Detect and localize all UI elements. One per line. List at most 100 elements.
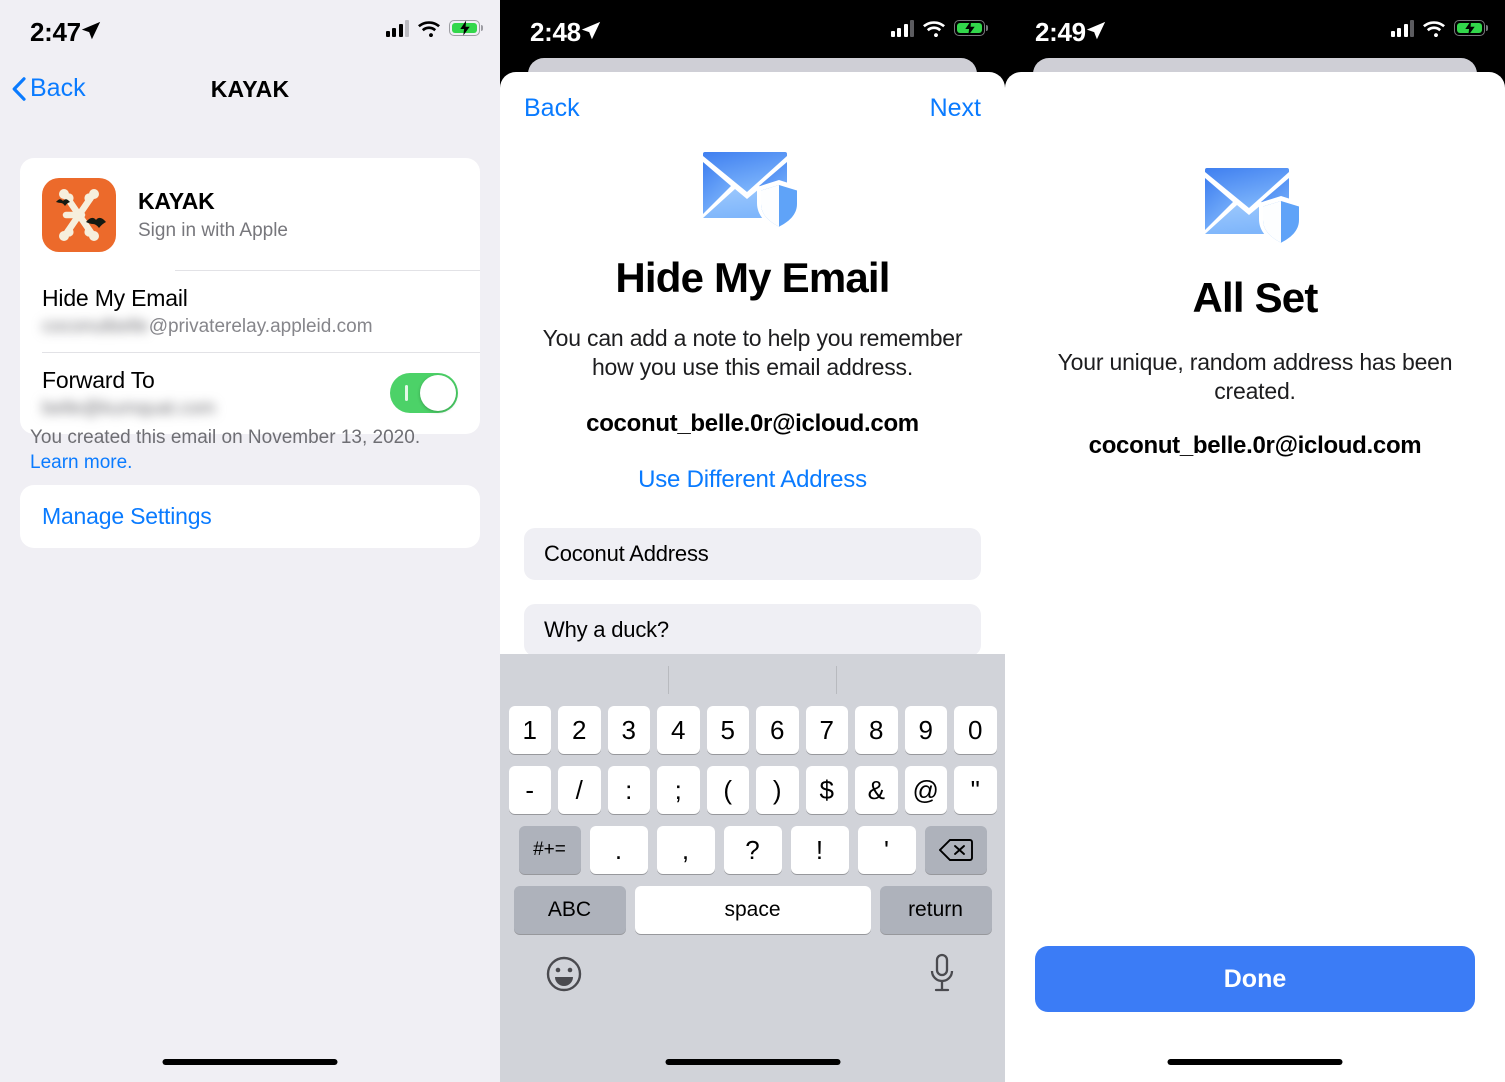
- key-7[interactable]: 7: [805, 706, 848, 754]
- bolt-icon: [459, 20, 470, 36]
- bolt-icon: [1464, 20, 1475, 36]
- panel-all-set: 2:49 All Set Your unique, random address…: [1005, 0, 1505, 1082]
- hide-my-email-label: Hide My Email: [42, 285, 188, 311]
- forward-to-toggle[interactable]: [390, 373, 458, 413]
- wifi-icon: [418, 21, 440, 37]
- app-name: KAYAK: [138, 188, 215, 214]
- manage-settings-button[interactable]: Manage Settings: [20, 485, 480, 548]
- key-1[interactable]: 1: [508, 706, 551, 754]
- location-arrow-icon: [581, 21, 601, 40]
- key--[interactable]: -: [508, 766, 551, 814]
- hide-my-email-icon: [702, 152, 801, 231]
- redacted-username: coconutbelle: [42, 316, 149, 337]
- key-4[interactable]: 4: [657, 706, 700, 754]
- page-title: KAYAK: [210, 76, 290, 102]
- key-6[interactable]: 6: [756, 706, 799, 754]
- predictive-bar: [500, 654, 1005, 706]
- keyboard-row-numbers: 1234567890: [500, 706, 1005, 754]
- keyboard-accessory-row: [500, 946, 1005, 1018]
- label-field[interactable]: Coconut Address: [524, 528, 981, 580]
- wifi-icon: [923, 21, 945, 37]
- generated-email: coconut_belle.0r@icloud.com: [586, 410, 919, 437]
- home-indicator: [1167, 1059, 1343, 1065]
- created-footnote: You created this email on November 13, 2…: [0, 425, 500, 475]
- modal-sheet: Back Next Hide My Email You can add a no…: [500, 72, 1005, 1082]
- status-bar: 2:47: [0, 0, 500, 62]
- use-different-address-label: Use Different Address: [638, 466, 867, 493]
- done-button[interactable]: Done: [1035, 946, 1475, 1012]
- status-time: 2:49: [1035, 17, 1086, 47]
- space-key[interactable]: space: [634, 886, 871, 934]
- status-indicators: [385, 19, 480, 37]
- next-button[interactable]: Next: [930, 94, 981, 123]
- key-&[interactable]: &: [855, 766, 898, 814]
- key-0[interactable]: 0: [954, 706, 997, 754]
- onscreen-keyboard: 1234567890 - /:;() $ & @ " #+= .,?! ' ABC spac…: [500, 654, 1005, 1082]
- key-([interactable]: (: [706, 766, 749, 814]
- microphone-icon[interactable]: [927, 952, 957, 994]
- home-indicator: [665, 1059, 840, 1065]
- keyboard-row-bottom: ABC space return: [500, 886, 1005, 934]
- key-question[interactable]: ?: [723, 826, 782, 874]
- toggle-knob: [420, 375, 456, 411]
- panel-settings-kayak: 2:47 Back KAYAK KAYAK Sign in with Apple…: [0, 0, 500, 1082]
- predictive-divider: [668, 666, 669, 694]
- symbol-switch-key[interactable]: #+=: [518, 826, 581, 874]
- key-:[interactable]: :: [607, 766, 650, 814]
- key-$[interactable]: $: [805, 766, 848, 814]
- key-exclamation[interactable]: !: [790, 826, 849, 874]
- key-apostrophe[interactable]: ': [857, 826, 916, 874]
- created-email: coconut_belle.0r@icloud.com: [1088, 432, 1422, 459]
- hide-my-email-row[interactable]: Hide My Email coconutbelle@privaterelay.…: [20, 271, 480, 352]
- back-button[interactable]: Back: [524, 94, 580, 123]
- battery-charging-icon: [954, 20, 985, 36]
- all-set-title: All Set: [1192, 274, 1318, 321]
- status-indicators: [890, 19, 985, 37]
- app-subtitle: Sign in with Apple: [138, 220, 288, 241]
- note-field[interactable]: Why a duck?: [524, 604, 981, 656]
- footnote-text: You created this email on November 13, 2…: [30, 427, 421, 448]
- sheet-nav: Back Next: [500, 72, 1005, 144]
- use-different-address-link[interactable]: Use Different Address: [500, 466, 1005, 494]
- home-indicator: [162, 1059, 338, 1065]
- app-meta: KAYAK Sign in with Apple: [138, 188, 288, 242]
- relay-domain: @privaterelay.appleid.com: [148, 316, 373, 337]
- key-8[interactable]: 8: [855, 706, 898, 754]
- battery-charging-icon: [1454, 20, 1485, 36]
- three-screenshot-strip: 2:4 7 Back KAYAK KAYAK Sign in with Apple…: [0, 0, 1505, 1082]
- key-period[interactable]: .: [589, 826, 648, 874]
- kayak-bones-bats-glyph: [56, 189, 106, 241]
- key-@[interactable]: @: [904, 766, 947, 814]
- emoji-icon[interactable]: [546, 956, 582, 992]
- key-quote[interactable]: ": [954, 766, 997, 814]
- navigation-bar: Back KAYAK: [0, 62, 500, 120]
- keyboard-row-symbols: - /:;() $ & @ ": [500, 766, 1005, 814]
- forward-to-row[interactable]: Forward To belle@kumquat.com: [20, 353, 480, 434]
- manage-settings-card[interactable]: Manage Settings: [20, 485, 480, 548]
- key-;[interactable]: ;: [657, 766, 700, 814]
- battery-charging-icon: [449, 20, 480, 36]
- panel-hide-my-email: 2:48 Back Next Hide My Email You can add…: [500, 0, 1005, 1082]
- modal-sheet: All Set Your unique, random address has …: [1005, 72, 1505, 1082]
- key-9[interactable]: 9: [904, 706, 947, 754]
- key-3[interactable]: 3: [607, 706, 650, 754]
- wifi-icon: [1423, 21, 1445, 37]
- status-time: 2:48: [530, 17, 581, 47]
- redacted-forward-email: belle@kumquat.com: [42, 398, 216, 419]
- kayak-app-icon: [42, 178, 116, 252]
- key-/[interactable]: /: [558, 766, 601, 814]
- account-card: KAYAK Sign in with Apple Hide My Email c…: [20, 158, 480, 434]
- key-)[interactable]: ): [756, 766, 799, 814]
- key-2[interactable]: 2: [558, 706, 601, 754]
- key-5[interactable]: 5: [706, 706, 749, 754]
- return-key[interactable]: return: [879, 886, 992, 934]
- key-comma[interactable]: ,: [656, 826, 715, 874]
- abc-key[interactable]: ABC: [513, 886, 626, 934]
- predictive-divider: [836, 666, 837, 694]
- status-indicators: [1390, 19, 1485, 37]
- location-arrow-icon: [1086, 21, 1106, 40]
- location-arrow-icon: [81, 21, 101, 40]
- delete-key[interactable]: [924, 826, 987, 874]
- learn-more-link[interactable]: Learn more.: [30, 452, 132, 473]
- all-set-description: Your unique, random address has been cre…: [1057, 349, 1453, 404]
